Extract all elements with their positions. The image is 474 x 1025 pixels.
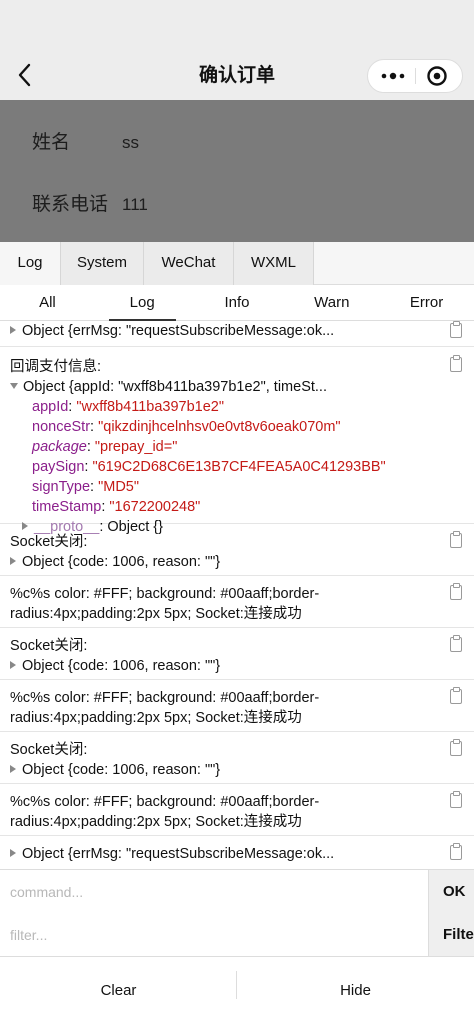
log-text: Object {code: 1006, reason: ""} bbox=[22, 658, 221, 674]
expand-arrow-icon bbox=[10, 326, 16, 334]
level-tab-error[interactable]: Error bbox=[379, 285, 474, 321]
copy-icon[interactable] bbox=[450, 583, 462, 600]
property-key: package bbox=[32, 439, 87, 455]
property-value: "qikzdinjhcelnhsv0e0vt8v6oeak070m" bbox=[98, 419, 341, 435]
name-value[interactable]: ss bbox=[122, 130, 139, 156]
capsule-menu bbox=[367, 59, 463, 93]
log-entry: %c%s color: #FFF; background: #00aaff;bo… bbox=[0, 784, 474, 836]
object-property: timeStamp: "1672200248" bbox=[32, 499, 201, 515]
log-text: Object {code: 1006, reason: ""} bbox=[22, 762, 221, 778]
filter-bar: Filter bbox=[0, 913, 474, 957]
log-entry: Socket关闭: Object {code: 1006, reason: ""… bbox=[0, 628, 474, 680]
phone-value[interactable]: 111 bbox=[122, 192, 148, 218]
log-text: Socket关闭: bbox=[10, 742, 88, 758]
debug-console: Log System WeChat WXML All Log Info Warn… bbox=[0, 242, 474, 1025]
expand-arrow-icon bbox=[10, 557, 16, 565]
copy-icon[interactable] bbox=[450, 635, 462, 652]
more-dots-icon bbox=[381, 72, 405, 80]
log-text: Socket关闭: bbox=[10, 534, 88, 550]
object-property: package: "prepay_id=" bbox=[32, 439, 178, 455]
property-value: "619C2D68C6E13B7CF4FEA5A0C41293BB" bbox=[92, 459, 386, 475]
object-property: appId: "wxff8b411ba397b1e2" bbox=[32, 399, 224, 415]
phone-label: 联系电话 bbox=[32, 194, 109, 215]
name-row[interactable]: 姓名 ss bbox=[0, 114, 474, 174]
log-entry: %c%s color: #FFF; background: #00aaff;bo… bbox=[0, 576, 474, 628]
level-tab-info[interactable]: Info bbox=[190, 285, 285, 321]
log-entry: 回调支付信息: Object {appId: "wxff8b411ba397b1… bbox=[0, 347, 474, 535]
log-text: %c%s color: #FFF; background: #00aaff;bo… bbox=[10, 794, 320, 810]
log-text: Object {errMsg: "requestSubscribeMessage… bbox=[22, 323, 335, 339]
panel-tabs: Log System WeChat WXML bbox=[0, 242, 474, 285]
property-value: "prepay_id=" bbox=[94, 439, 178, 455]
log-object-line[interactable]: Object {appId: "wxff8b411ba397b1e2", tim… bbox=[10, 377, 327, 397]
log-object-line[interactable]: Object {errMsg: "requestSubscribeMessage… bbox=[10, 844, 334, 864]
tab-wxml[interactable]: WXML bbox=[234, 242, 314, 285]
copy-icon[interactable] bbox=[450, 791, 462, 808]
object-property: signType: "MD5" bbox=[32, 479, 140, 495]
object-property: nonceStr: "qikzdinjhcelnhsv0e0vt8v6oeak0… bbox=[32, 419, 341, 435]
ok-button[interactable]: OK bbox=[428, 870, 474, 913]
level-tab-all[interactable]: All bbox=[0, 285, 95, 321]
copy-icon[interactable] bbox=[450, 531, 462, 548]
log-text: radius:4px;padding:2px 5px; Socket:连接成功 bbox=[10, 606, 302, 622]
log-entry: Object {errMsg: "requestSubscribeMessage… bbox=[0, 321, 474, 347]
name-label: 姓名 bbox=[32, 132, 71, 153]
navigation-bar: 确认订单 bbox=[0, 0, 474, 100]
log-entry: Object {errMsg: "requestSubscribeMessage… bbox=[0, 836, 474, 869]
log-text: radius:4px;padding:2px 5px; Socket:连接成功 bbox=[10, 814, 302, 830]
expand-arrow-icon bbox=[10, 849, 16, 857]
collapse-arrow-icon bbox=[10, 383, 18, 389]
copy-icon[interactable] bbox=[450, 843, 462, 860]
target-circle-icon bbox=[427, 66, 447, 86]
expand-arrow-icon bbox=[10, 765, 16, 773]
property-key: timeStamp bbox=[32, 499, 102, 515]
expand-arrow-icon bbox=[10, 661, 16, 669]
log-text: %c%s color: #FFF; background: #00aaff;bo… bbox=[10, 690, 320, 706]
log-object-line[interactable]: Object {errMsg: "requestSubscribeMessage… bbox=[10, 321, 334, 341]
log-text: Object {errMsg: "requestSubscribeMessage… bbox=[22, 846, 335, 862]
copy-icon[interactable] bbox=[450, 355, 462, 372]
tab-wechat[interactable]: WeChat bbox=[144, 242, 234, 285]
log-text: Socket关闭: bbox=[10, 638, 88, 654]
copy-icon[interactable] bbox=[450, 321, 462, 338]
log-text: 回调支付信息: bbox=[10, 359, 102, 375]
phone-row[interactable]: 联系电话 111 bbox=[0, 176, 474, 236]
filter-input[interactable] bbox=[0, 913, 428, 956]
log-object-line[interactable]: Object {code: 1006, reason: ""} bbox=[10, 552, 220, 572]
level-tab-log[interactable]: Log bbox=[95, 285, 190, 321]
log-text: radius:4px;padding:2px 5px; Socket:连接成功 bbox=[10, 710, 302, 726]
copy-icon[interactable] bbox=[450, 687, 462, 704]
log-object-line[interactable]: Object {code: 1006, reason: ""} bbox=[10, 656, 220, 676]
log-text: Object {appId: "wxff8b411ba397b1e2", tim… bbox=[23, 379, 327, 395]
filter-button[interactable]: Filter bbox=[428, 913, 474, 956]
order-form: 姓名 ss 联系电话 111 bbox=[0, 100, 474, 242]
property-value: "wxff8b411ba397b1e2" bbox=[76, 399, 224, 415]
tab-log[interactable]: Log bbox=[0, 242, 61, 285]
log-entry: Socket关闭: Object {code: 1006, reason: ""… bbox=[0, 524, 474, 576]
log-entry: Socket关闭: Object {code: 1006, reason: ""… bbox=[0, 732, 474, 784]
clear-button[interactable]: Clear bbox=[0, 957, 237, 1025]
log-level-tabs: All Log Info Warn Error bbox=[0, 285, 474, 321]
log-text: Object {code: 1006, reason: ""} bbox=[22, 554, 221, 570]
object-property: paySign: "619C2D68C6E13B7CF4FEA5A0C41293… bbox=[32, 459, 386, 475]
log-text: %c%s color: #FFF; background: #00aaff;bo… bbox=[10, 586, 320, 602]
property-key: signType bbox=[32, 479, 91, 495]
tab-system[interactable]: System bbox=[61, 242, 144, 285]
property-value: "1672200248" bbox=[109, 499, 201, 515]
property-value: "MD5" bbox=[98, 479, 140, 495]
property-key: paySign bbox=[32, 459, 85, 475]
log-object-line[interactable]: Object {code: 1006, reason: ""} bbox=[10, 760, 220, 780]
hide-button[interactable]: Hide bbox=[237, 957, 474, 1025]
command-bar: OK bbox=[0, 869, 474, 913]
more-button[interactable] bbox=[368, 60, 416, 92]
close-miniprogram-button[interactable] bbox=[416, 60, 462, 92]
copy-icon[interactable] bbox=[450, 739, 462, 756]
console-toolbar: Clear Hide bbox=[0, 957, 474, 1025]
property-key: nonceStr bbox=[32, 419, 91, 435]
property-key: appId bbox=[32, 399, 69, 415]
command-input[interactable] bbox=[0, 870, 428, 913]
level-tab-warn[interactable]: Warn bbox=[284, 285, 379, 321]
log-list[interactable]: Object {errMsg: "requestSubscribeMessage… bbox=[0, 321, 474, 869]
log-entry: %c%s color: #FFF; background: #00aaff;bo… bbox=[0, 680, 474, 732]
